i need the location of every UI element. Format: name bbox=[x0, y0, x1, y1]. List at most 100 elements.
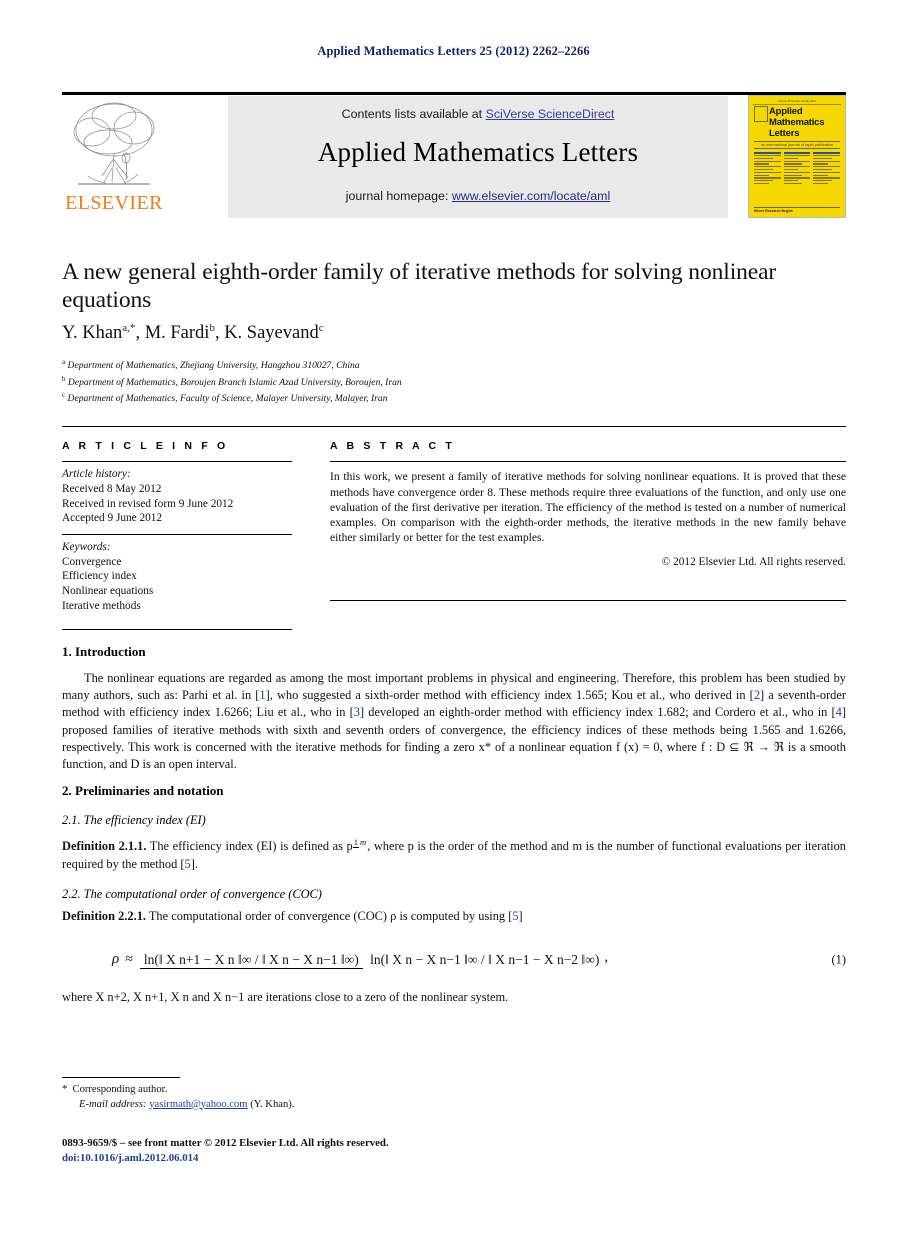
paper-page: Applied Mathematics Letters 25 (2012) 22… bbox=[0, 0, 907, 1238]
footnote-rule bbox=[62, 1077, 180, 1079]
journal-homepage-link[interactable]: www.elsevier.com/locate/aml bbox=[452, 189, 610, 203]
masthead-top-rule bbox=[62, 92, 846, 95]
imprint-block: 0893-9659/$ – see front matter © 2012 El… bbox=[62, 1136, 662, 1166]
article-info-column: A R T I C L E I N F O Article history: R… bbox=[62, 440, 292, 613]
definition-text-c: ]. bbox=[190, 856, 198, 871]
equation-1: ρ ≈ ln(‖ X n+1 − X n ‖∞ / ‖ X n − X n−1 … bbox=[62, 935, 846, 985]
page-title: A new general eighth-order family of ite… bbox=[62, 259, 777, 313]
homepage-prefix: journal homepage: bbox=[345, 189, 452, 203]
elsevier-wordmark: ELSEVIER bbox=[65, 192, 163, 214]
footnote-block: * Corresponding author. E-mail address: y… bbox=[62, 1082, 562, 1112]
affiliation-mark: c bbox=[62, 391, 66, 400]
author-name: K. Sayevand bbox=[224, 323, 319, 344]
abstract-text: In this work, we present a family of ite… bbox=[330, 470, 846, 545]
asterisk-icon: * bbox=[62, 1083, 68, 1095]
affiliation-text: Department of Mathematics, Faculty of Sc… bbox=[67, 393, 388, 405]
article-history-item: Received in revised form 9 June 2012 bbox=[62, 497, 234, 510]
corresponding-author-text: Corresponding author. bbox=[72, 1084, 168, 1095]
author-name: M. Fardi bbox=[144, 323, 210, 344]
article-history-item: Accepted 9 June 2012 bbox=[62, 512, 163, 525]
info-band-bottom-rule bbox=[62, 629, 292, 631]
info-band-top-rule bbox=[62, 426, 846, 428]
email-label: E-mail address: bbox=[79, 1098, 147, 1110]
affiliation-mark: a bbox=[62, 358, 66, 366]
journal-homepage-line: journal homepage: www.elsevier.com/locat… bbox=[228, 189, 728, 203]
equation-trailing-comma: , bbox=[604, 949, 609, 966]
exponent-fraction: 1m bbox=[352, 834, 367, 851]
abstract-heading: A B S T R A C T bbox=[330, 440, 455, 452]
elsevier-tree-icon bbox=[73, 102, 155, 185]
definition-2-1-1: Definition 2.1.1. The efficiency index (… bbox=[62, 834, 846, 873]
equation-numerator: ln(‖ X n+1 − X n ‖∞ / ‖ X n − X n−1 ‖∞) bbox=[139, 951, 363, 969]
abstract-column: A B S T R A C T In this work, we present… bbox=[330, 440, 846, 568]
corresponding-author-note: * Corresponding author. bbox=[62, 1082, 562, 1098]
cover-publisher-icon bbox=[754, 106, 768, 122]
equation-rho-symbol: ρ bbox=[112, 951, 120, 968]
email-owner: (Y. Khan). bbox=[250, 1098, 295, 1110]
abstract-band-bottom-rule bbox=[330, 600, 846, 602]
affiliation-text: Department of Mathematics, Zhejiang Univ… bbox=[67, 360, 360, 372]
masthead-center-panel: Contents lists available at SciVerse Sci… bbox=[228, 96, 728, 218]
cover-column bbox=[754, 152, 781, 186]
section-heading-preliminaries: 2. Preliminaries and notation bbox=[62, 783, 224, 799]
journal-cover-thumbnail: Volume 25 Number 12 May 2012 Applied Mat… bbox=[748, 95, 846, 218]
elsevier-logo: ELSEVIER bbox=[62, 96, 166, 218]
contents-available-line: Contents lists available at SciVerse Sci… bbox=[228, 107, 728, 121]
doi-link[interactable]: doi:10.1016/j.aml.2012.06.014 bbox=[62, 1151, 662, 1166]
author-sep: , bbox=[214, 323, 225, 344]
equation-body: ρ ≈ ln(‖ X n+1 − X n ‖∞ / ‖ X n − X n−1 … bbox=[112, 949, 608, 970]
post-equation-paragraph: where X n+2, X n+1, X n and X n−1 are it… bbox=[62, 989, 509, 1004]
cover-title-line2: Mathematics bbox=[769, 117, 825, 128]
journal-title: Applied Mathematics Letters bbox=[317, 137, 639, 167]
definition-text-a: The efficiency index (EI) is defined as … bbox=[146, 839, 353, 854]
email-note: E-mail address: yasirmath@yahoo.com (Y. … bbox=[62, 1098, 562, 1113]
cover-title-line3: Letters bbox=[769, 128, 800, 139]
keywords-group: Keywords: Convergence Efficiency index N… bbox=[62, 535, 292, 613]
author-name: Y. Khan bbox=[62, 323, 123, 344]
subsection-heading-efficiency-index: 2.1. The efficiency index (EI) bbox=[62, 813, 206, 828]
keyword-item: Convergence bbox=[62, 555, 122, 568]
email-link[interactable]: yasirmath@yahoo.com bbox=[149, 1099, 247, 1110]
affiliation-item: b Department of Mathematics, Boroujen Br… bbox=[62, 373, 792, 390]
imprint-line: 0893-9659/$ – see front matter © 2012 El… bbox=[62, 1137, 389, 1149]
keyword-item: Efficiency index bbox=[62, 570, 137, 583]
article-history-group: Article history: Received 8 May 2012 Rec… bbox=[62, 462, 292, 525]
author-sep: , bbox=[135, 323, 145, 344]
keyword-item: Nonlinear equations bbox=[62, 584, 154, 597]
definition-text-b: ] bbox=[518, 908, 523, 923]
equation-denominator: ln(‖ X n − X n−1 ‖∞ / ‖ X n−1 − X n−2 ‖∞… bbox=[370, 951, 600, 967]
affiliation-mark: b bbox=[62, 374, 66, 383]
intro-text-b: ], who suggested a sixth-order method wi… bbox=[265, 688, 754, 703]
definition-2-2-1: Definition 2.2.1. The computational orde… bbox=[62, 908, 846, 925]
cover-volume-bar: Volume 25 Number 12 May 2012 bbox=[753, 99, 841, 105]
abstract-copyright: © 2012 Elsevier Ltd. All rights reserved… bbox=[661, 556, 846, 569]
cover-editorial-columns bbox=[754, 152, 841, 186]
definition-label: Definition 2.1.1. bbox=[62, 839, 147, 854]
running-head: Applied Mathematics Letters 25 (2012) 22… bbox=[317, 44, 590, 58]
affiliation-list: a Department of Mathematics, Zhejiang Un… bbox=[62, 356, 792, 406]
definition-text-a: The computational order of convergence (… bbox=[145, 908, 513, 923]
journal-masthead: ELSEVIER Contents lists available at Sci… bbox=[62, 95, 846, 218]
sciencedirect-link[interactable]: SciVerse ScienceDirect bbox=[486, 107, 615, 121]
cover-title: Applied Mathematics Letters bbox=[769, 106, 843, 139]
cover-volume-text: Volume 25 Number 12 May 2012 bbox=[778, 100, 816, 103]
cover-column bbox=[783, 152, 811, 186]
cover-footer: Where Research Begins bbox=[754, 206, 840, 213]
cover-title-line1: Applied bbox=[769, 106, 803, 117]
intro-text-d: ] developed an eighth-order method with … bbox=[359, 705, 836, 720]
article-history-item: Received 8 May 2012 bbox=[62, 482, 162, 495]
author-list: Y. Khana,*, M. Fardib, K. Sayevandc bbox=[62, 322, 792, 344]
equation-fraction: ln(‖ X n+1 − X n ‖∞ / ‖ X n − X n−1 ‖∞) … bbox=[139, 951, 603, 969]
article-history-label: Article history: bbox=[62, 468, 131, 481]
exponent-denominator: m bbox=[360, 837, 367, 848]
definition-label: Definition 2.2.1. bbox=[62, 908, 146, 923]
keywords-label: Keywords: bbox=[62, 541, 111, 554]
section-heading-introduction: 1. Introduction bbox=[62, 644, 146, 659]
cover-column bbox=[813, 152, 841, 186]
author-sup: a,* bbox=[122, 322, 136, 334]
cover-subtitle: an international journal of rapid public… bbox=[754, 141, 840, 149]
subsection-heading-coc: 2.2. The computational order of converge… bbox=[62, 886, 322, 901]
article-info-heading: A R T I C L E I N F O bbox=[62, 440, 229, 452]
intro-paragraph: The nonlinear equations are regarded as … bbox=[62, 670, 846, 773]
keyword-item: Iterative methods bbox=[62, 599, 141, 612]
